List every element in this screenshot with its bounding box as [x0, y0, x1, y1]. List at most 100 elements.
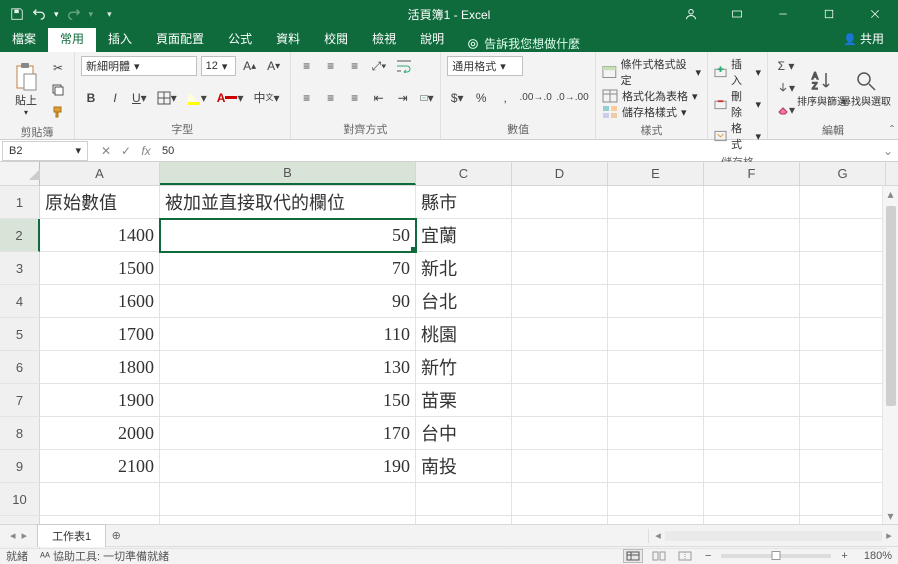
horizontal-scrollbar[interactable]: ◂ ▸ [648, 529, 898, 543]
row-header-1[interactable]: 1 [0, 186, 40, 219]
sheet-nav-prev-icon[interactable]: ◂ [10, 529, 16, 542]
cell-C8[interactable]: 台中 [416, 417, 512, 450]
cell-D10[interactable] [512, 483, 608, 516]
cell-G10[interactable] [800, 483, 886, 516]
scrollbar-thumb[interactable] [886, 206, 896, 406]
format-cells[interactable]: 格式 ▾ [714, 120, 761, 152]
tab-home[interactable]: 常用 [48, 25, 96, 52]
font-size-combo[interactable]: 12▾ [201, 56, 236, 76]
cell-A3[interactable]: 1500 [40, 252, 160, 285]
cell-B4[interactable]: 90 [160, 285, 416, 318]
format-painter-icon[interactable] [48, 102, 68, 122]
cell-F4[interactable] [704, 285, 800, 318]
maximize-icon[interactable] [806, 0, 852, 28]
align-center-icon[interactable]: ≡ [321, 88, 341, 108]
column-header-A[interactable]: A [40, 162, 160, 185]
cell-D5[interactable] [512, 318, 608, 351]
font-family-combo[interactable]: 新細明體▾ [81, 56, 197, 76]
redo-icon[interactable] [67, 7, 81, 21]
cell-F8[interactable] [704, 417, 800, 450]
cell-C6[interactable]: 新竹 [416, 351, 512, 384]
tab-file[interactable]: 檔案 [0, 25, 48, 52]
expand-formula-icon[interactable]: ⌄ [878, 144, 898, 158]
format-as-table[interactable]: 格式化為表格 ▾ [602, 88, 701, 104]
view-page-layout-icon[interactable] [649, 549, 669, 563]
cut-icon[interactable]: ✂ [48, 58, 68, 78]
cell-A2[interactable]: 1400 [40, 219, 160, 252]
cell-D8[interactable] [512, 417, 608, 450]
row-header-4[interactable]: 4 [0, 285, 40, 318]
orientation-icon[interactable]: ⤢▾ [369, 56, 390, 76]
row-header-9[interactable]: 9 [0, 450, 40, 483]
align-bottom-icon[interactable]: ≡ [345, 56, 365, 76]
comma-icon[interactable]: , [495, 88, 515, 108]
shrink-font-icon[interactable]: A▾ [264, 56, 284, 76]
zoom-in-icon[interactable]: + [837, 550, 851, 562]
view-normal-icon[interactable] [623, 549, 643, 563]
ribbon-options-icon[interactable] [714, 0, 760, 28]
cell-C4[interactable]: 台北 [416, 285, 512, 318]
tab-review[interactable]: 校閱 [312, 25, 360, 52]
cell-D9[interactable] [512, 450, 608, 483]
wrap-text-icon[interactable] [393, 56, 415, 76]
merge-icon[interactable]: ▾ [417, 88, 437, 108]
cell-C9[interactable]: 南投 [416, 450, 512, 483]
enter-icon[interactable]: ✓ [116, 144, 136, 158]
cell-F7[interactable] [704, 384, 800, 417]
account-icon[interactable] [668, 0, 714, 28]
decrease-decimal-icon[interactable]: .0→.00 [556, 88, 589, 108]
cell-E6[interactable] [608, 351, 704, 384]
cell-E3[interactable] [608, 252, 704, 285]
cell-F2[interactable] [704, 219, 800, 252]
cell-A10[interactable] [40, 483, 160, 516]
name-box[interactable]: B2▾ [2, 141, 88, 161]
cell-A1[interactable]: 原始數值 [40, 186, 160, 219]
tab-page-layout[interactable]: 頁面配置 [144, 25, 216, 52]
share-button[interactable]: 👤 共用 [829, 25, 898, 52]
indent-icon[interactable]: ⇥ [393, 88, 413, 108]
sort-filter-button[interactable]: AZ 排序與篩選 [802, 56, 842, 120]
align-left-icon[interactable]: ≡ [297, 88, 317, 108]
cell-F6[interactable] [704, 351, 800, 384]
cell-E1[interactable] [608, 186, 704, 219]
paste-button[interactable]: 貼上 ▾ [6, 56, 46, 122]
cell-D4[interactable] [512, 285, 608, 318]
tab-help[interactable]: 說明 [408, 25, 456, 52]
align-right-icon[interactable]: ≡ [345, 88, 365, 108]
insert-cells[interactable]: 插入 ▾ [714, 56, 761, 88]
find-select-button[interactable]: 尋找與選取 [846, 56, 886, 120]
select-all-corner[interactable] [0, 162, 40, 186]
cell-G2[interactable] [800, 219, 886, 252]
cell-B10[interactable] [160, 483, 416, 516]
cell-B9[interactable]: 190 [160, 450, 416, 483]
cell-G7[interactable] [800, 384, 886, 417]
qat-dropdown-icon[interactable]: ▾ [89, 9, 94, 20]
tab-view[interactable]: 檢視 [360, 25, 408, 52]
row-header-3[interactable]: 3 [0, 252, 40, 285]
outdent-icon[interactable]: ⇤ [369, 88, 389, 108]
scroll-up-icon[interactable]: ▴ [883, 186, 898, 202]
currency-icon[interactable]: $▾ [447, 88, 467, 108]
zoom-slider[interactable] [721, 554, 831, 558]
cell-B8[interactable]: 170 [160, 417, 416, 450]
row-header-2[interactable]: 2 [0, 219, 40, 252]
add-sheet-icon[interactable]: ⊕ [106, 529, 126, 542]
phonetic-icon[interactable]: 中文▾ [250, 88, 282, 108]
cell-D2[interactable] [512, 219, 608, 252]
cell-A6[interactable]: 1800 [40, 351, 160, 384]
cell-B5[interactable]: 110 [160, 318, 416, 351]
cell-A9[interactable]: 2100 [40, 450, 160, 483]
column-header-E[interactable]: E [608, 162, 704, 185]
cell-E5[interactable] [608, 318, 704, 351]
clear-icon[interactable]: ▾ [774, 100, 798, 120]
cell-E7[interactable] [608, 384, 704, 417]
minimize-icon[interactable] [760, 0, 806, 28]
cell-C5[interactable]: 桃園 [416, 318, 512, 351]
cell-G6[interactable] [800, 351, 886, 384]
cell-B3[interactable]: 70 [160, 252, 416, 285]
column-header-F[interactable]: F [704, 162, 800, 185]
row-header-10[interactable]: 10 [0, 483, 40, 516]
align-middle-icon[interactable]: ≡ [321, 56, 341, 76]
cell-E8[interactable] [608, 417, 704, 450]
italic-button[interactable]: I [105, 88, 125, 108]
